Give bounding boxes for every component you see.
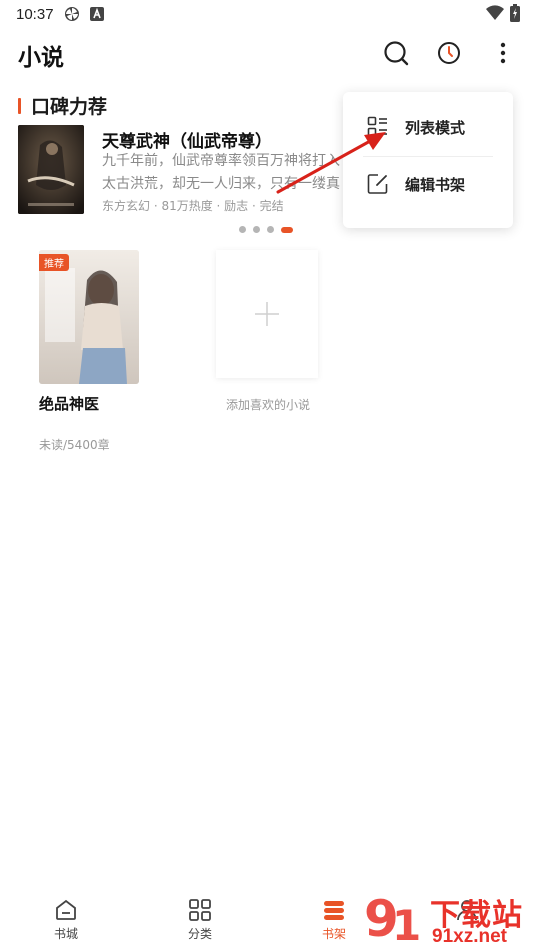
- shelf-book-title[interactable]: 绝品神医: [39, 393, 99, 414]
- edit-icon: [367, 173, 389, 195]
- featured-book-meta: 东方玄幻 · 81万热度 · 励志 · 完结: [102, 199, 284, 213]
- category-grid-icon: [189, 899, 211, 921]
- bookshelf-icon: [324, 901, 344, 920]
- featured-book-description: 九千年前，仙武帝尊率领百万神将打入太古洪荒，却无一人归来，只有一缕真火遗留世间。…: [102, 153, 340, 192]
- pinwheel-icon: [64, 6, 80, 22]
- a-badge-icon: [89, 7, 104, 21]
- nav-label: 书城: [53, 927, 78, 941]
- add-book-button[interactable]: [216, 250, 318, 378]
- nav-item-bookshelf[interactable]: 书架: [299, 898, 369, 942]
- more-button[interactable]: [488, 38, 518, 68]
- search-button[interactable]: [381, 38, 411, 68]
- carousel-dot-active: [281, 226, 293, 233]
- watermark-url: 91xz.net: [432, 926, 507, 947]
- home-icon: [56, 899, 76, 920]
- more-vertical-icon: [500, 42, 506, 64]
- svg-text:1: 1: [392, 901, 421, 950]
- status-time: 10:37: [16, 5, 54, 23]
- menu-item-edit-shelf[interactable]: 编辑书架: [343, 154, 513, 214]
- list-mode-icon: [367, 116, 389, 138]
- site-watermark: 9 1 下载站 91xz.net: [360, 884, 534, 950]
- plus-icon: [255, 302, 279, 326]
- menu-item-list-mode[interactable]: 列表模式: [343, 97, 513, 157]
- recommend-section-header: 口碑力荐: [18, 92, 107, 119]
- carousel-dot: [267, 226, 274, 233]
- more-popup-menu: 列表模式 编辑书架: [343, 92, 513, 228]
- menu-item-label: 列表模式: [405, 118, 466, 137]
- carousel-indicator: [239, 226, 293, 233]
- status-bar: 10:37: [0, 0, 534, 28]
- nav-label: 书架: [321, 927, 346, 941]
- section-accent-bar: [18, 97, 21, 114]
- app-header: 小说: [0, 30, 534, 78]
- carousel-dot: [239, 226, 246, 233]
- search-icon: [384, 41, 409, 66]
- wifi-icon: [486, 5, 504, 25]
- featured-book-cover[interactable]: [18, 125, 84, 214]
- featured-book-title[interactable]: 天尊武神（仙武帝尊）: [102, 127, 272, 152]
- add-book-label: 添加喜欢的小说: [225, 398, 310, 412]
- carousel-dot: [253, 226, 260, 233]
- shelf-book-progress: 未读/5400章: [39, 438, 110, 452]
- history-button[interactable]: [434, 38, 464, 68]
- menu-item-label: 编辑书架: [405, 175, 466, 194]
- nav-item-bookstore[interactable]: 书城: [31, 898, 101, 942]
- history-clock-icon: [438, 42, 460, 64]
- battery-charging-icon: [510, 4, 520, 26]
- shelf-book-cover[interactable]: 推荐: [39, 250, 139, 384]
- recommend-tag: 推荐: [39, 254, 69, 271]
- section-title: 口碑力荐: [31, 96, 108, 118]
- nav-item-category[interactable]: 分类: [165, 898, 235, 942]
- nav-label: 分类: [187, 927, 212, 941]
- page-title: 小说: [18, 45, 64, 71]
